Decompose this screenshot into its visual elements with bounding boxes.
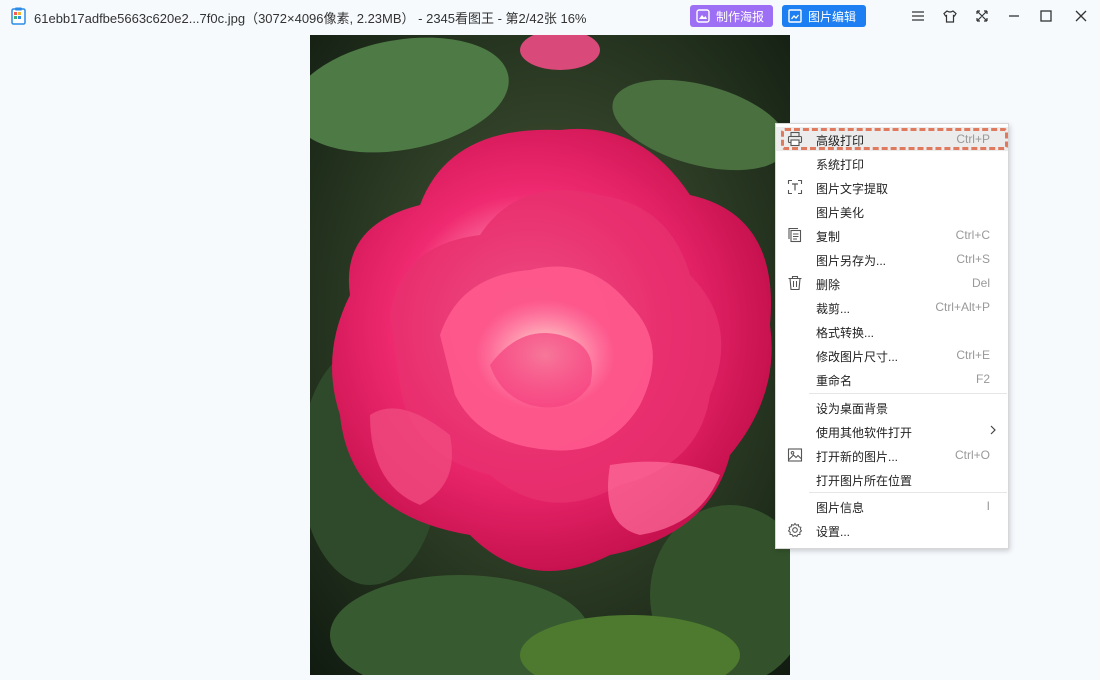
menu-label: 打开新的图片... — [816, 450, 899, 464]
skin-icon[interactable] — [940, 6, 960, 26]
menu-shortcut: Ctrl+C — [955, 228, 990, 242]
menu-item-copy[interactable]: 复制 Ctrl+C — [776, 223, 1008, 247]
menu-item-settings[interactable]: 设置... — [776, 518, 1008, 542]
close-icon[interactable] — [1071, 6, 1091, 26]
menu-label: 修改图片尺寸... — [816, 350, 899, 364]
menu-icon[interactable] — [908, 6, 928, 26]
menu-label: 格式转换... — [816, 326, 875, 340]
image-edit-button[interactable]: 图片编辑 — [782, 5, 866, 27]
menu-separator — [809, 393, 1007, 394]
minimize-icon[interactable] — [1004, 6, 1024, 26]
menu-label: 高级打印 — [816, 134, 865, 148]
image-icon — [787, 447, 803, 463]
menu-item-open-new[interactable]: 打开新的图片... Ctrl+O — [776, 443, 1008, 467]
menu-item-delete[interactable]: 删除 Del — [776, 271, 1008, 295]
menu-item-open-with[interactable]: 使用其他软件打开 — [776, 419, 1008, 443]
menu-item-format-convert[interactable]: 格式转换... — [776, 319, 1008, 343]
make-poster-button[interactable]: 制作海报 — [690, 5, 773, 27]
menu-item-advanced-print[interactable]: 高级打印 Ctrl+P — [776, 127, 1008, 151]
image-edit-label: 图片编辑 — [808, 9, 857, 24]
menu-label: 复制 — [816, 230, 841, 244]
app-logo-icon — [11, 7, 27, 25]
menu-shortcut: Ctrl+P — [956, 132, 990, 146]
menu-label: 删除 — [816, 278, 841, 292]
menu-shortcut: Ctrl+S — [956, 252, 990, 266]
fullscreen-icon[interactable] — [972, 6, 992, 26]
menu-item-set-wallpaper[interactable]: 设为桌面背景 — [776, 395, 1008, 419]
menu-shortcut: Del — [971, 276, 990, 290]
menu-label: 裁剪... — [816, 302, 851, 316]
menu-item-save-as[interactable]: 图片另存为... Ctrl+S — [776, 247, 1008, 271]
title-bar: 61ebb17adfbe5663c620e2...7f0c.jpg（3072×4… — [0, 0, 1100, 32]
displayed-image[interactable] — [310, 35, 790, 675]
menu-label: 图片美化 — [816, 206, 865, 220]
gear-icon — [787, 522, 803, 538]
menu-label: 设置... — [816, 525, 851, 539]
poster-icon — [696, 9, 710, 23]
chevron-right-icon — [988, 423, 998, 440]
menu-item-rename[interactable]: 重命名 F2 — [776, 367, 1008, 391]
menu-label: 图片信息 — [816, 501, 865, 515]
edit-image-icon — [788, 9, 802, 23]
menu-label: 重命名 — [816, 374, 853, 388]
text-scan-icon — [787, 179, 803, 195]
menu-shortcut: I — [986, 499, 990, 513]
menu-shortcut: F2 — [975, 372, 990, 386]
menu-label: 使用其他软件打开 — [816, 426, 913, 440]
trash-icon — [787, 275, 803, 291]
menu-label: 图片另存为... — [816, 254, 887, 268]
menu-item-image-info[interactable]: 图片信息 I — [776, 494, 1008, 518]
menu-label: 图片文字提取 — [816, 182, 889, 196]
menu-label: 系统打印 — [816, 158, 865, 172]
menu-label: 设为桌面背景 — [816, 402, 889, 416]
menu-shortcut: Ctrl+O — [954, 448, 990, 462]
copy-icon — [787, 227, 803, 243]
menu-item-beautify[interactable]: 图片美化 — [776, 199, 1008, 223]
menu-shortcut: Ctrl+Alt+P — [935, 300, 990, 314]
make-poster-label: 制作海报 — [716, 9, 765, 24]
maximize-icon[interactable] — [1036, 6, 1056, 26]
context-menu: 高级打印 Ctrl+P 系统打印 图片文字提取 图片美化 复制 Ctrl+C 图… — [775, 123, 1009, 549]
menu-shortcut: Ctrl+E — [956, 348, 990, 362]
menu-item-resize[interactable]: 修改图片尺寸... Ctrl+E — [776, 343, 1008, 367]
menu-separator — [809, 492, 1007, 493]
menu-item-crop[interactable]: 裁剪... Ctrl+Alt+P — [776, 295, 1008, 319]
menu-item-extract-text[interactable]: 图片文字提取 — [776, 175, 1008, 199]
printer-icon — [787, 131, 803, 147]
window-title: 61ebb17adfbe5663c620e2...7f0c.jpg（3072×4… — [34, 11, 587, 26]
menu-item-open-location[interactable]: 打开图片所在位置 — [776, 467, 1008, 491]
rose-photo — [310, 35, 790, 675]
menu-item-system-print[interactable]: 系统打印 — [776, 151, 1008, 175]
menu-label: 打开图片所在位置 — [816, 474, 913, 488]
